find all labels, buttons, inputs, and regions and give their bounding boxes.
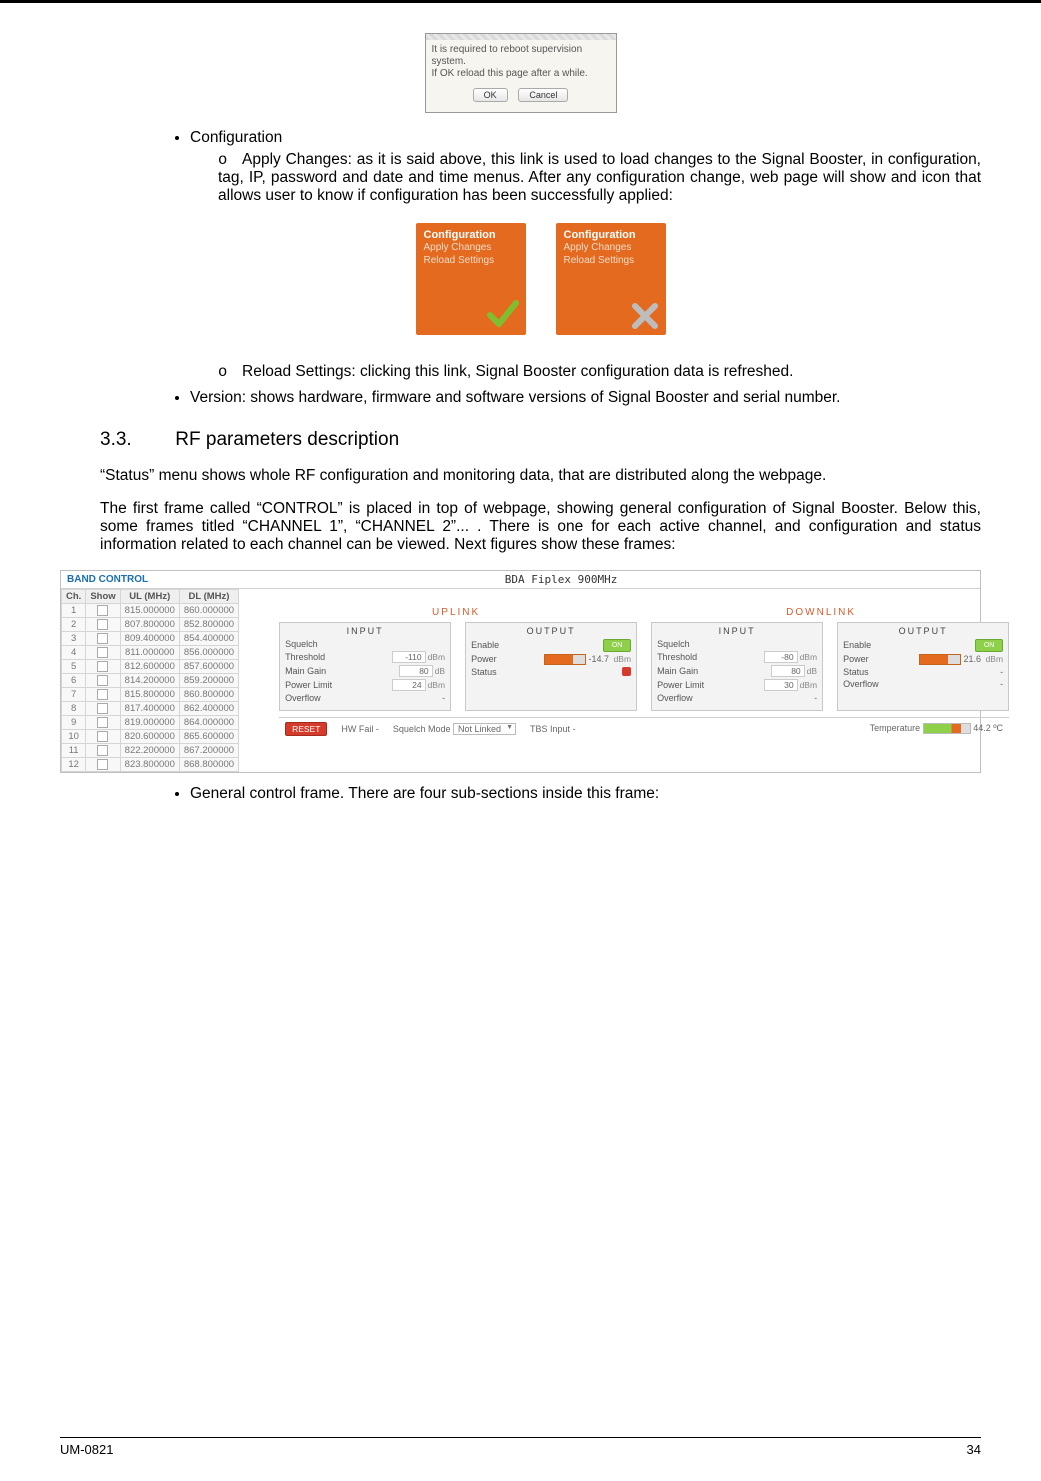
device-title: BDA Fiplex 900MHz: [148, 573, 974, 586]
power-bar-icon: [544, 654, 586, 665]
page-number: 34: [967, 1442, 981, 1457]
downlink-input-box: INPUT Squelch Threshold-80dBm Main Gain8…: [651, 622, 823, 711]
band-control-label: BAND CONTROL: [67, 574, 148, 585]
show-checkbox[interactable]: [86, 687, 120, 701]
table-row: 9819.000000864.000000: [62, 715, 239, 729]
table-row: 12823.800000868.800000: [62, 757, 239, 771]
uplink-label: UPLINK: [432, 607, 480, 618]
uplink-output-box: OUTPUT EnableON Power -14.7 dBm Status: [465, 622, 637, 711]
dialog-line2: If OK reload this page after a while.: [432, 68, 610, 80]
cross-icon: [630, 301, 660, 331]
dialog-line1: It is required to reboot supervision sys…: [432, 44, 610, 68]
config-cards: Configuration Apply Changes Reload Setti…: [100, 223, 981, 335]
enable-switch[interactable]: ON: [975, 639, 1003, 652]
doc-id: UM-0821: [60, 1442, 113, 1457]
section-heading: 3.3. RF parameters description: [100, 429, 981, 451]
temperature-bar-icon: [923, 723, 971, 734]
power-bar-icon: [919, 654, 961, 665]
show-checkbox[interactable]: [86, 673, 120, 687]
show-checkbox[interactable]: [86, 701, 120, 715]
show-checkbox[interactable]: [86, 659, 120, 673]
bullet-general-control: General control frame. There are four su…: [190, 785, 981, 803]
ok-button[interactable]: OK: [473, 88, 508, 102]
table-row: 5812.600000857.600000: [62, 659, 239, 673]
panel-bottom-bar: RESET HW Fail - Squelch Mode Not Linked …: [279, 717, 1009, 740]
table-row: 11822.200000867.200000: [62, 743, 239, 757]
bullet-apply-changes: Apply Changes: as it is said above, this…: [218, 151, 981, 205]
table-row: 6814.200000859.200000: [62, 673, 239, 687]
downlink-output-box: OUTPUT EnableON Power 21.6 dBm Status- O…: [837, 622, 1009, 711]
show-checkbox[interactable]: [86, 645, 120, 659]
bullet-version: Version: shows hardware, firmware and so…: [190, 389, 981, 407]
para-status: “Status” menu shows whole RF configurati…: [100, 467, 981, 485]
reset-button[interactable]: RESET: [285, 722, 327, 736]
table-row: 7815.800000860.800000: [62, 687, 239, 701]
bullet-reload-settings: Reload Settings: clicking this link, Sig…: [218, 363, 981, 381]
show-checkbox[interactable]: [86, 631, 120, 645]
table-row: 1815.000000860.000000: [62, 603, 239, 617]
frequency-table: Ch. Show UL (MHz) DL (MHz) 1815.00000086…: [61, 589, 239, 772]
show-checkbox[interactable]: [86, 603, 120, 617]
table-row: 4811.000000856.000000: [62, 645, 239, 659]
table-row: 10820.600000865.600000: [62, 729, 239, 743]
show-checkbox[interactable]: [86, 617, 120, 631]
show-checkbox[interactable]: [86, 729, 120, 743]
show-checkbox[interactable]: [86, 715, 120, 729]
cancel-button[interactable]: Cancel: [518, 88, 568, 102]
uplink-input-box: INPUT Squelch Threshold-110dBm Main Gain…: [279, 622, 451, 711]
table-row: 8817.400000862.400000: [62, 701, 239, 715]
check-icon: [486, 297, 520, 331]
enable-switch[interactable]: ON: [603, 639, 631, 652]
table-row: 3809.400000854.400000: [62, 631, 239, 645]
reboot-dialog: It is required to reboot supervision sys…: [425, 33, 617, 113]
config-card-fail: Configuration Apply Changes Reload Setti…: [556, 223, 666, 335]
para-control: The first frame called “CONTROL” is plac…: [100, 500, 981, 554]
bullet-configuration: Configuration: [190, 129, 282, 146]
config-card-success: Configuration Apply Changes Reload Setti…: [416, 223, 526, 335]
downlink-label: DOWNLINK: [786, 607, 856, 618]
status-led-icon: [622, 667, 631, 676]
squelch-mode-select[interactable]: Not Linked: [453, 723, 516, 735]
show-checkbox[interactable]: [86, 743, 120, 757]
table-row: 2807.800000852.800000: [62, 617, 239, 631]
page-footer: UM-0821 34: [60, 1437, 981, 1457]
band-control-panel: BAND CONTROL BDA Fiplex 900MHz Ch. Show …: [60, 570, 981, 773]
show-checkbox[interactable]: [86, 757, 120, 771]
